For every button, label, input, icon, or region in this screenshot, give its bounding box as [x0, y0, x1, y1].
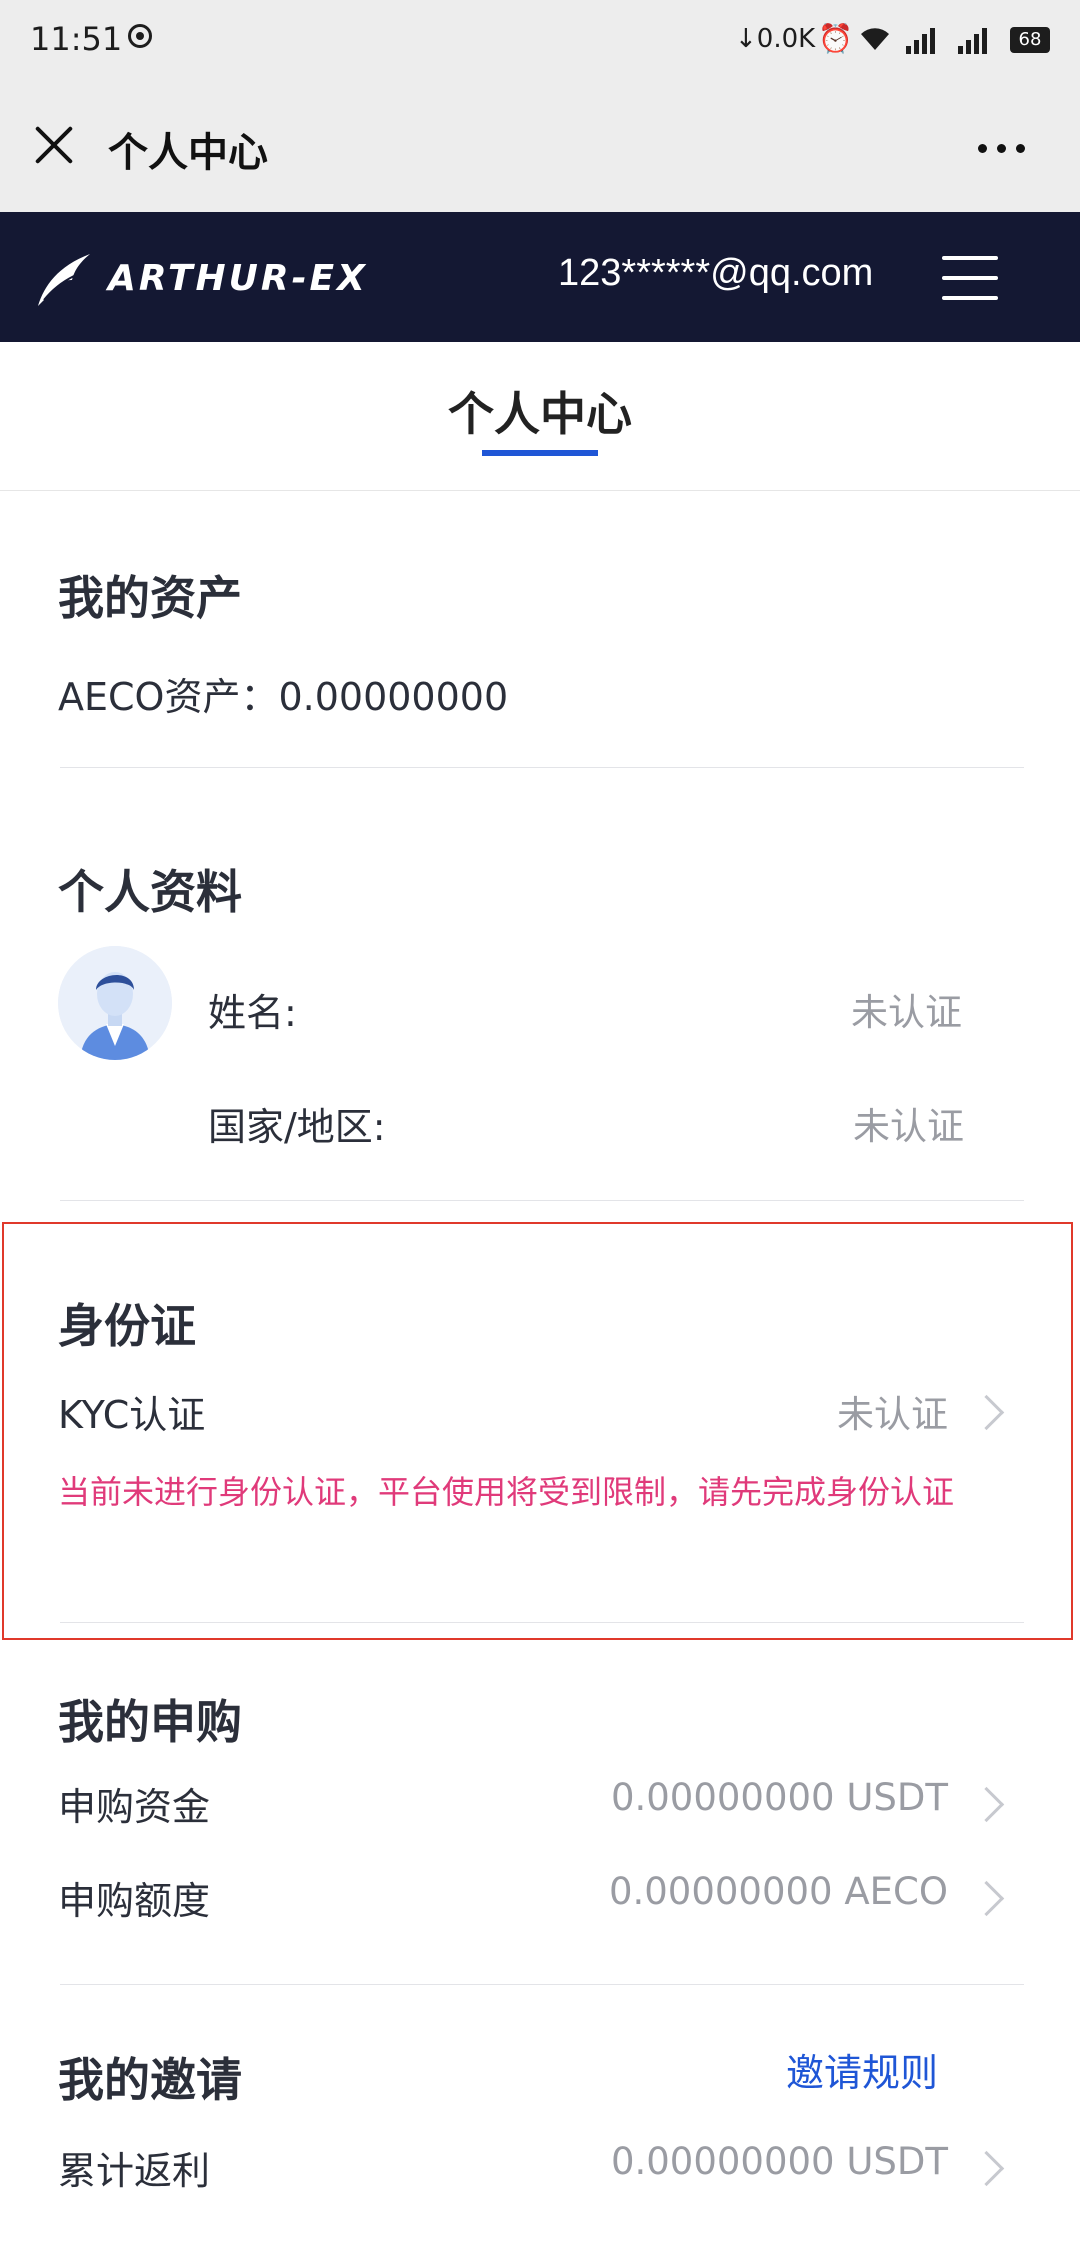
- hamburger-menu-icon[interactable]: [942, 256, 998, 300]
- aeco-asset-value: 0.00000000: [278, 675, 509, 719]
- status-time: 11:51: [30, 20, 123, 58]
- subscription-quota-value: 0.00000000 AECO: [608, 1870, 948, 1913]
- webview-title-bar: 个人中心: [0, 82, 1080, 212]
- chevron-right-icon: [968, 1394, 1005, 1431]
- country-value: 未认证: [853, 1105, 964, 1148]
- brand-logo-text[interactable]: ARTHUR-EX: [108, 258, 368, 299]
- wifi-icon: [858, 24, 892, 58]
- signal-icon-2: [958, 26, 987, 54]
- user-email[interactable]: 123******@qq.com: [558, 252, 873, 295]
- invite-rebate-row[interactable]: 累计返利 0.00000000 USDT: [0, 2140, 1080, 2220]
- assets-section-title: 我的资产: [58, 571, 242, 625]
- subscription-funds-row[interactable]: 申购资金 0.00000000 USDT: [0, 1776, 1080, 1856]
- divider: [60, 767, 1024, 768]
- subscription-funds-value: 0.00000000 USDT: [610, 1776, 948, 1819]
- more-options-icon[interactable]: [978, 144, 1025, 153]
- record-icon: [128, 24, 152, 48]
- aeco-asset-label: AECO资产：: [58, 675, 279, 719]
- chevron-right-icon: [968, 1786, 1005, 1823]
- name-label: 姓名:: [208, 991, 297, 1035]
- webview-title: 个人中心: [108, 130, 268, 176]
- subscription-section-title: 我的申购: [58, 1695, 242, 1749]
- subscription-funds-label: 申购资金: [58, 1785, 211, 1829]
- battery-icon: 68: [1010, 27, 1050, 53]
- identity-section-title: 身份证: [58, 1299, 196, 1353]
- kyc-label: KYC认证: [58, 1393, 206, 1437]
- avatar: [58, 946, 172, 1060]
- profile-section-title: 个人资料: [58, 865, 242, 919]
- kyc-row[interactable]: KYC认证 未认证: [0, 1370, 1080, 1450]
- signal-icon: [906, 26, 935, 54]
- country-label: 国家/地区:: [208, 1105, 386, 1149]
- aeco-asset-row: AECO资产：0.00000000: [58, 666, 508, 721]
- divider: [60, 1984, 1024, 1985]
- close-icon[interactable]: [32, 122, 76, 166]
- invite-rebate-value: 0.00000000 USDT: [610, 2140, 948, 2183]
- wing-logo-icon[interactable]: [34, 250, 94, 310]
- divider: [60, 1200, 1024, 1201]
- divider: [60, 1622, 1024, 1623]
- subscription-quota-row[interactable]: 申购额度 0.00000000 AECO: [0, 1870, 1080, 1950]
- chevron-right-icon: [968, 2150, 1005, 2187]
- alarm-icon: ⏰: [818, 22, 853, 55]
- kyc-status: 未认证: [837, 1393, 948, 1436]
- status-bar: 11:51 ↓0.0K ⏰ 68: [0, 0, 1080, 82]
- chevron-right-icon: [968, 1880, 1005, 1917]
- subscription-quota-label: 申购额度: [58, 1879, 211, 1923]
- invite-rules-link[interactable]: 邀请规则: [786, 2042, 938, 2097]
- tab-personal-center[interactable]: 个人中心: [0, 378, 1080, 444]
- name-value: 未认证: [851, 991, 962, 1034]
- page-tab-bar: 个人中心: [0, 342, 1080, 491]
- active-tab-indicator: [482, 450, 598, 456]
- net-speed: ↓0.0K: [735, 24, 816, 54]
- kyc-warning-text: 当前未进行身份认证，平台使用将受到限制，请先完成身份认证: [58, 1473, 955, 1511]
- app-header: ARTHUR-EX 123******@qq.com: [0, 212, 1080, 342]
- invite-section-title: 我的邀请: [58, 2053, 242, 2107]
- invite-rebate-label: 累计返利: [58, 2149, 211, 2193]
